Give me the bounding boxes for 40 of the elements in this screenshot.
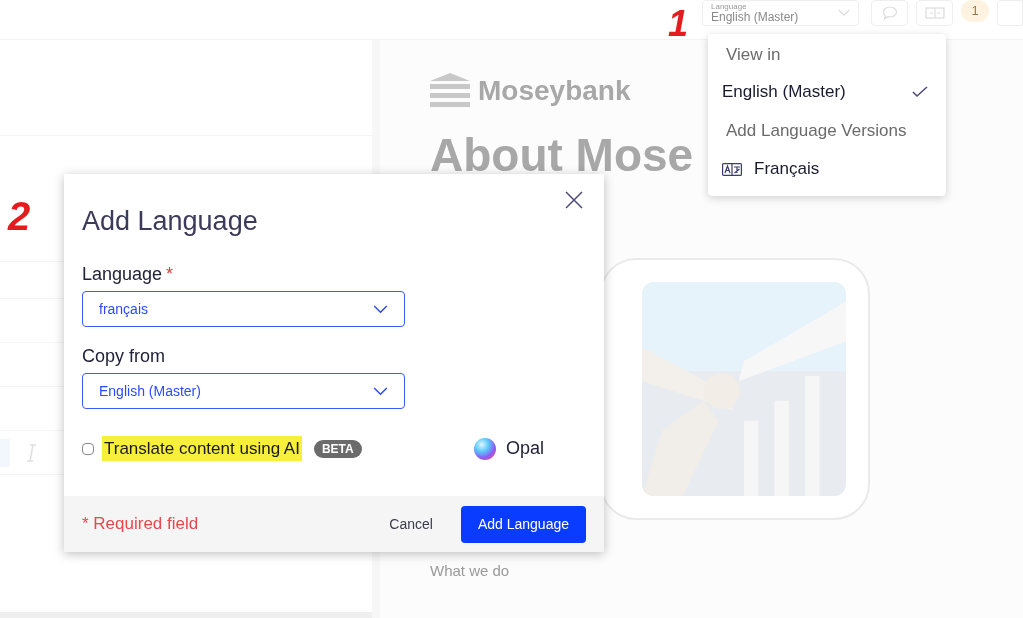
- annotation-mark: 2: [8, 196, 31, 236]
- assistant-name: Opal: [505, 437, 544, 460]
- checkmark-icon: [912, 86, 928, 98]
- language-select[interactable]: Language English (Master): [702, 0, 859, 26]
- menu-section-title: Add Language Versions: [725, 120, 908, 143]
- italic-icon: [26, 442, 38, 463]
- annotation-mark: 1: [668, 6, 689, 42]
- logo-icon: [430, 73, 470, 109]
- menu-item[interactable]: English (Master): [708, 70, 946, 114]
- logo-text: Moseybank: [478, 74, 631, 108]
- translate-icon: [722, 162, 742, 176]
- menu-item[interactable]: Français: [708, 148, 946, 190]
- field-label: Copy from: [82, 347, 166, 365]
- speech-bubble-icon: [881, 5, 898, 21]
- required-note: * Required field: [82, 513, 199, 536]
- section-heading: What we do: [430, 561, 510, 581]
- menu-heading: View in: [725, 44, 782, 67]
- split-view-icon: [924, 7, 945, 19]
- dialog-title: Add Language: [82, 208, 259, 235]
- comment-button[interactable]: [871, 0, 908, 26]
- close-icon: [565, 191, 583, 209]
- add-language-button[interactable]: Add Language: [460, 505, 586, 543]
- chevron-down-icon: [838, 9, 850, 17]
- field-label: Language: [82, 265, 163, 283]
- checkbox-label: Translate content using AI: [102, 435, 302, 462]
- select-label: Language: [711, 3, 748, 11]
- select-field[interactable]: français: [82, 291, 405, 327]
- compare-button[interactable]: [916, 0, 953, 26]
- page-heading: About Mose: [430, 132, 694, 178]
- required-asterisk: *: [166, 265, 174, 283]
- cancel-button[interactable]: Cancel: [381, 505, 441, 543]
- select-field[interactable]: English (Master): [82, 373, 405, 409]
- close-button[interactable]: [564, 190, 584, 210]
- checkbox[interactable]: [82, 442, 94, 455]
- select-value: English (Master): [711, 11, 799, 23]
- chevron-down-icon: [373, 304, 388, 314]
- chevron-down-icon: [373, 386, 388, 396]
- beta-tag: BETA: [313, 439, 362, 458]
- orb-icon: [473, 437, 496, 460]
- notification-badge: 1: [961, 0, 989, 22]
